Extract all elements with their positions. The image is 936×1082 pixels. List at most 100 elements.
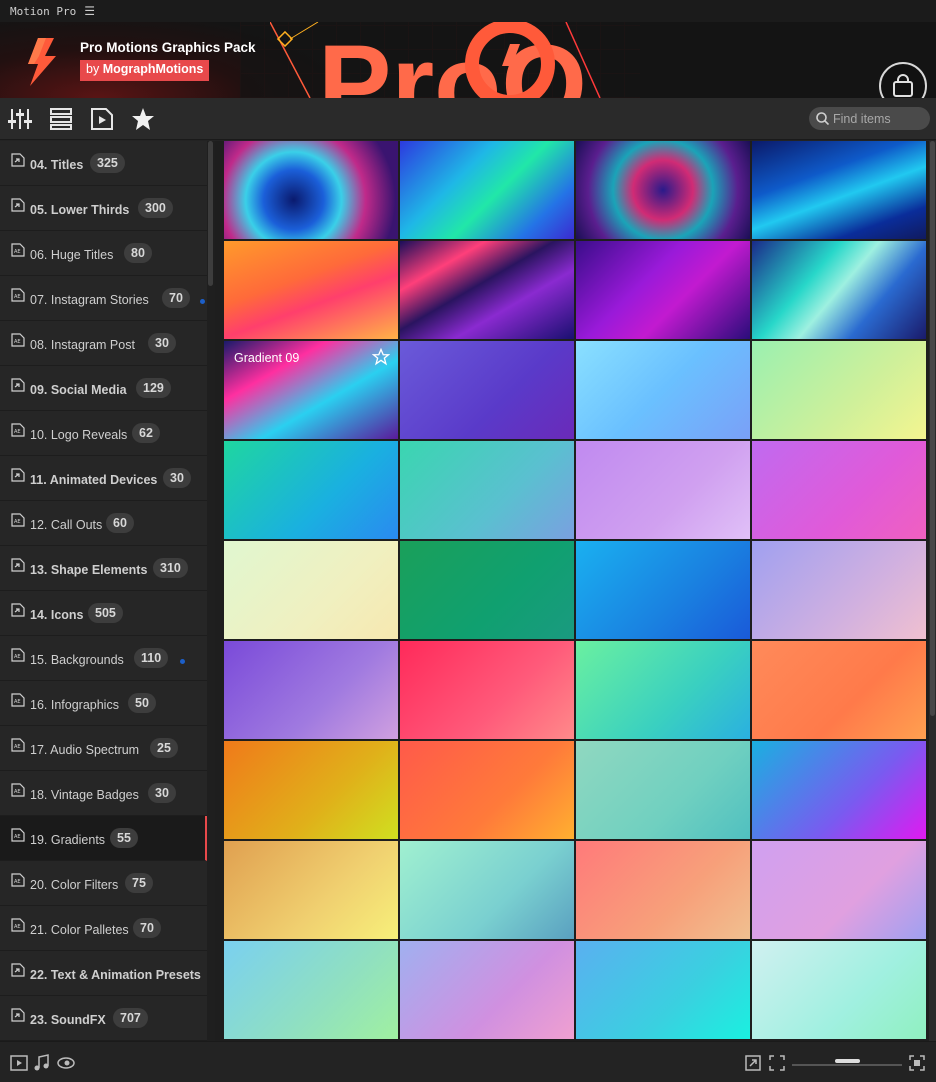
sidebar-item-label: 22. Text & Animation Presets xyxy=(30,968,201,982)
sidebar-item[interactable]: 05. Lower Thirds 300 xyxy=(0,186,207,231)
sidebar-item[interactable]: AE 19. Gradients 55 xyxy=(0,816,207,861)
gradient-tile[interactable] xyxy=(224,641,398,739)
play-icon[interactable] xyxy=(10,1054,28,1072)
sidebar-item[interactable]: AE 17. Audio Spectrum 25 xyxy=(0,726,207,771)
gradient-tile[interactable] xyxy=(576,441,750,539)
ae-file-icon: AE xyxy=(11,513,25,527)
svg-text:AE: AE xyxy=(14,789,21,795)
gradient-tile[interactable] xyxy=(576,741,750,839)
gradient-tile[interactable] xyxy=(224,441,398,539)
gradient-tile[interactable] xyxy=(752,441,926,539)
search-input[interactable] xyxy=(833,111,928,126)
music-note-icon[interactable] xyxy=(33,1054,51,1072)
gradient-tile[interactable] xyxy=(400,141,574,239)
sidebar-item[interactable]: 09. Social Media 129 xyxy=(0,366,207,411)
hamburger-icon[interactable]: ☰ xyxy=(84,4,95,18)
sidebar-item-label: 10. Logo Reveals xyxy=(30,428,128,442)
gradient-tile[interactable] xyxy=(752,841,926,939)
expand-icon[interactable] xyxy=(908,1054,926,1072)
gradient-tile[interactable] xyxy=(752,341,926,439)
star-favorites-icon[interactable] xyxy=(130,106,156,132)
gradient-tile[interactable] xyxy=(576,841,750,939)
eye-icon[interactable] xyxy=(57,1054,75,1072)
sidebar-item[interactable]: AE 08. Instagram Post 30 xyxy=(0,321,207,366)
sidebar-item[interactable]: AE 20. Color Filters 75 xyxy=(0,861,207,906)
sidebar-item[interactable]: 23. SoundFX 707 xyxy=(0,996,207,1041)
zoom-slider-handle[interactable] xyxy=(835,1059,860,1063)
sidebar-item-label: 12. Call Outs xyxy=(30,518,103,532)
sidebar-item[interactable]: AE 16. Infographics 50 xyxy=(0,681,207,726)
folder-icon xyxy=(11,153,25,167)
gradient-tile[interactable] xyxy=(752,541,926,639)
gradient-tile[interactable] xyxy=(400,341,574,439)
sidebar-item[interactable]: AE 10. Logo Reveals 62 xyxy=(0,411,207,456)
gradient-tile[interactable] xyxy=(576,941,750,1039)
sidebar-item-label: 13. Shape Elements xyxy=(30,563,148,577)
sidebar-scrollbar[interactable] xyxy=(207,141,215,1041)
gradient-tile[interactable] xyxy=(752,741,926,839)
svg-text:AE: AE xyxy=(14,429,21,435)
gradient-tile[interactable] xyxy=(752,241,926,339)
ae-file-icon: AE xyxy=(11,918,25,932)
sidebar-item[interactable]: 11. Animated Devices 30 xyxy=(0,456,207,501)
gradient-tile[interactable] xyxy=(224,841,398,939)
gradient-tile[interactable] xyxy=(576,641,750,739)
author-badge[interactable]: by MographMotions xyxy=(80,60,210,81)
sidebar-item[interactable]: 13. Shape Elements 310 xyxy=(0,546,207,591)
shopping-bag-button[interactable] xyxy=(879,62,927,98)
gradient-tile[interactable] xyxy=(752,941,926,1039)
sidebar-item[interactable]: AE 12. Call Outs 60 xyxy=(0,501,207,546)
gradient-tile[interactable] xyxy=(752,141,926,239)
zoom-slider-track[interactable] xyxy=(792,1064,902,1066)
list-view-icon[interactable] xyxy=(48,106,74,132)
ae-file-icon: AE xyxy=(11,423,25,437)
gradient-tile[interactable] xyxy=(400,241,574,339)
gradient-tile[interactable] xyxy=(576,341,750,439)
svg-text:AE: AE xyxy=(14,339,21,345)
folder-icon xyxy=(11,558,25,572)
gradient-tile[interactable] xyxy=(576,241,750,339)
gradient-tile[interactable] xyxy=(224,141,398,239)
video-preview-icon[interactable] xyxy=(89,106,115,132)
sidebar-item-label: 20. Color Filters xyxy=(30,878,119,892)
item-count-badge: 110 xyxy=(134,648,169,668)
search-box[interactable] xyxy=(809,107,930,130)
item-count-badge: 30 xyxy=(148,333,176,353)
sidebar-item[interactable]: 22. Text & Animation Presets xyxy=(0,951,207,996)
sidebar-item[interactable]: AE 21. Color Palletes 70 xyxy=(0,906,207,951)
gradient-tile[interactable] xyxy=(224,941,398,1039)
ae-file-icon: AE xyxy=(11,693,25,707)
sidebar-item-label: 16. Infographics xyxy=(30,698,119,712)
svg-text:AE: AE xyxy=(14,834,21,840)
tile-name: Gradient 09 xyxy=(234,351,300,365)
sidebar-item[interactable]: 04. Titles 325 xyxy=(0,141,207,186)
gradient-tile[interactable] xyxy=(400,841,574,939)
item-count-badge: 25 xyxy=(150,738,178,758)
gradient-tile[interactable] xyxy=(400,941,574,1039)
gradient-tile[interactable] xyxy=(400,441,574,539)
fullscreen-icon[interactable] xyxy=(768,1054,786,1072)
gradient-tile[interactable] xyxy=(400,541,574,639)
gradient-tile[interactable] xyxy=(224,541,398,639)
item-count-badge: 70 xyxy=(162,288,190,308)
gradient-tile[interactable] xyxy=(224,741,398,839)
sidebar-item[interactable]: 14. Icons 505 xyxy=(0,591,207,636)
svg-text:AE: AE xyxy=(14,654,21,660)
sidebar-scrollbar-thumb[interactable] xyxy=(208,141,213,286)
gallery-scrollbar-thumb[interactable] xyxy=(930,141,935,716)
sidebar-item[interactable]: AE 06. Huge Titles 80 xyxy=(0,231,207,276)
gradient-tile[interactable] xyxy=(752,641,926,739)
sidebar-item[interactable]: AE 15. Backgrounds 110 xyxy=(0,636,207,681)
fit-window-icon[interactable] xyxy=(744,1054,762,1072)
gradient-tile[interactable] xyxy=(224,241,398,339)
gradient-tile[interactable] xyxy=(576,141,750,239)
gradient-tile[interactable] xyxy=(400,741,574,839)
sliders-icon[interactable] xyxy=(7,106,33,132)
gradient-tile[interactable] xyxy=(400,641,574,739)
sidebar-item[interactable]: AE 07. Instagram Stories 70 xyxy=(0,276,207,321)
gradient-tile[interactable] xyxy=(576,541,750,639)
gradient-tile[interactable]: Gradient 09 xyxy=(224,341,398,439)
gallery-scrollbar[interactable] xyxy=(929,141,936,1041)
favorite-star-icon[interactable] xyxy=(372,348,390,366)
sidebar-item[interactable]: AE 18. Vintage Badges 30 xyxy=(0,771,207,816)
